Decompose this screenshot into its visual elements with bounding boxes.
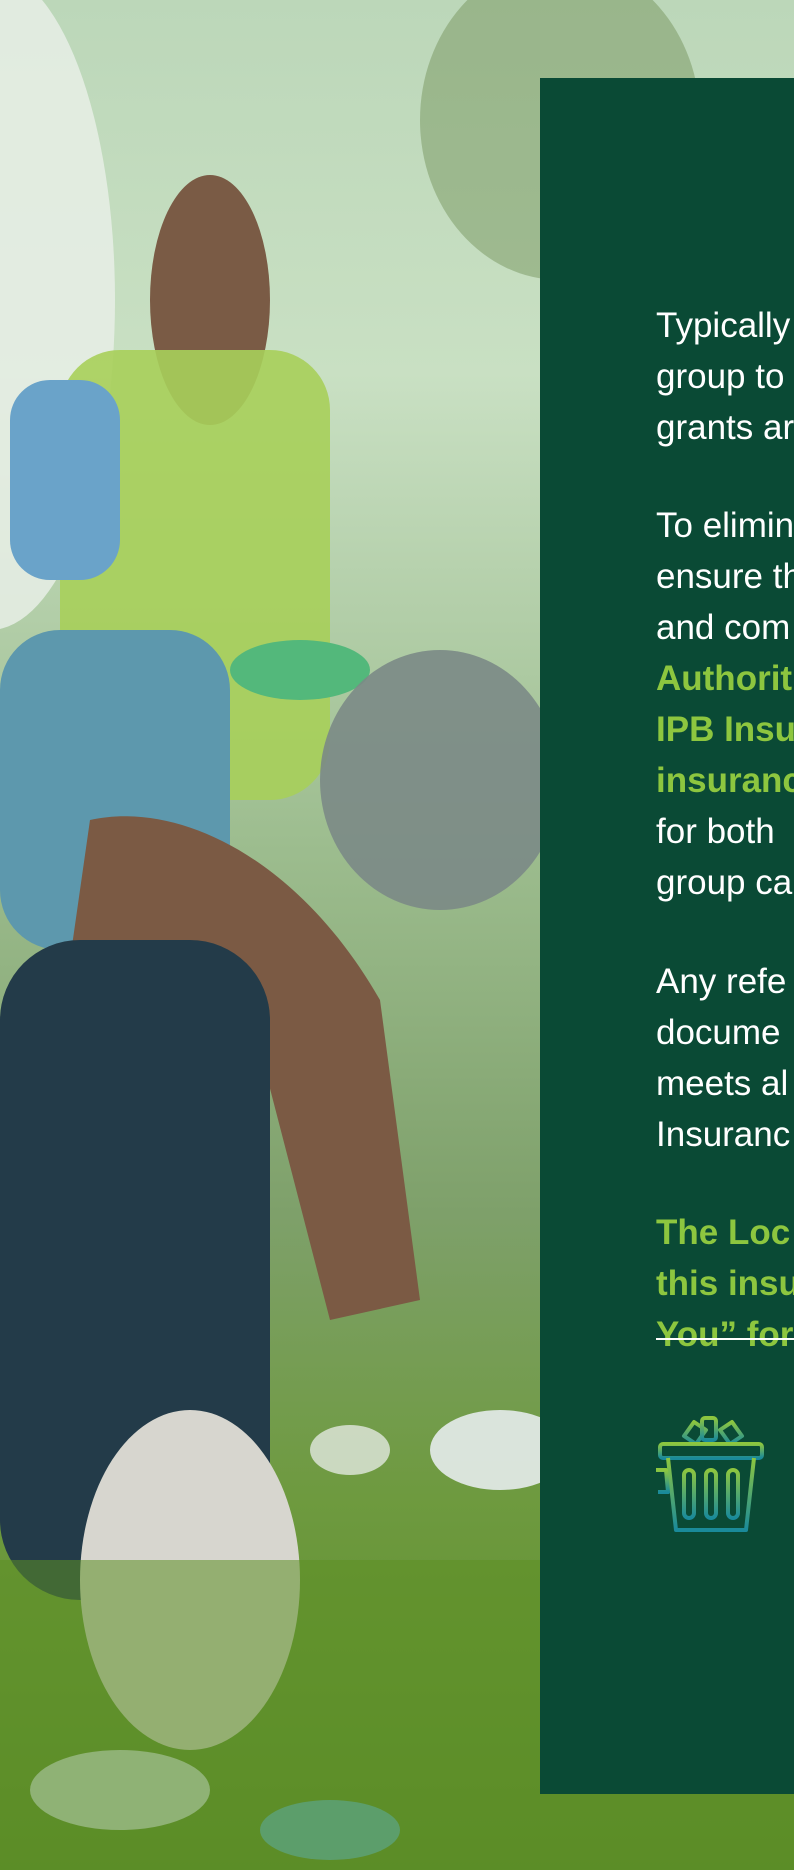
text-line: Any refe — [656, 962, 787, 1001]
highlight-line: Authorit — [656, 659, 793, 698]
text-line: grants ar — [656, 408, 794, 447]
divider — [656, 1338, 794, 1340]
text-line: ensure th — [656, 557, 794, 596]
text-line: To elimin — [656, 506, 794, 545]
text-line: and com — [656, 608, 791, 647]
text-line: meets al — [656, 1064, 789, 1103]
recycling-bin-icon — [656, 1416, 764, 1532]
text-line: group to — [656, 357, 785, 396]
highlight-line: IPB Insu — [656, 710, 794, 749]
highlight-line: insuranc — [656, 761, 794, 800]
text-line: for both — [656, 812, 775, 851]
text-line: group ca — [656, 863, 793, 902]
highlight-line: You” for — [656, 1315, 794, 1354]
text-line: Typically — [656, 306, 791, 345]
highlight-line: The Loc — [656, 1213, 791, 1252]
text-line: Insuranc — [656, 1115, 791, 1154]
text-line: docume — [656, 1013, 781, 1052]
text-panel: Typically group to grants ar To elimin e… — [540, 78, 794, 1794]
highlight-line: this insu — [656, 1264, 794, 1303]
